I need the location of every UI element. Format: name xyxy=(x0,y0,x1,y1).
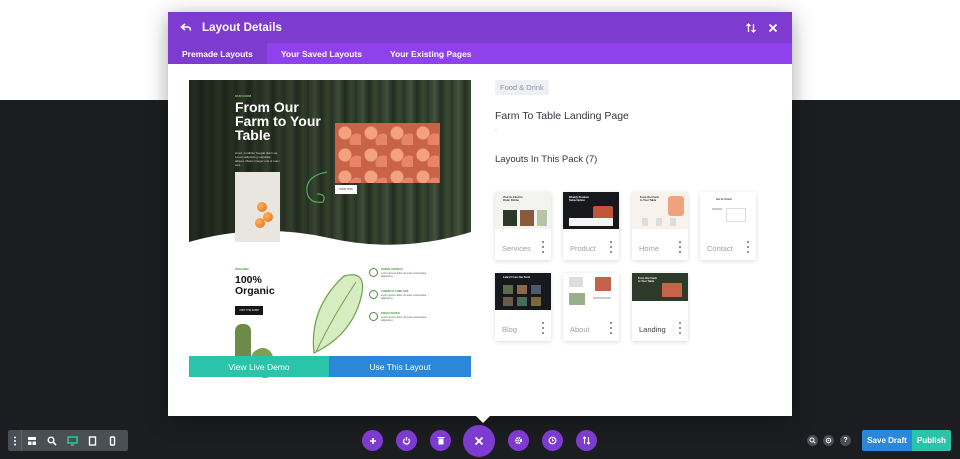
card-label: About xyxy=(570,325,590,334)
preview-hero-button: SHOP NOW xyxy=(335,185,357,194)
pack-layout-card-about[interactable]: About xyxy=(563,273,619,341)
preview-hero-title: From Our Farm to Your Table xyxy=(235,99,321,143)
pack-layouts-grid: Visit Us Find Us Order Online Services W… xyxy=(495,192,765,342)
view-live-demo-button[interactable]: View Live Demo xyxy=(189,356,329,377)
layout-thumbnail: From Our Farm to Your Table xyxy=(632,192,688,229)
preview-wave-divider xyxy=(189,230,471,260)
card-label: Contact xyxy=(707,244,733,253)
card-label: Home xyxy=(639,244,660,253)
preview-lower-button: VISIT THE FARM xyxy=(235,306,263,315)
tab-your-saved-layouts[interactable]: Your Saved Layouts xyxy=(267,43,376,64)
more-options-icon[interactable] xyxy=(746,241,750,253)
close-icon[interactable] xyxy=(764,19,782,37)
preview-hero-kicker: OUR FARM xyxy=(235,94,251,98)
more-options-icon[interactable] xyxy=(541,241,545,253)
power-icon[interactable] xyxy=(396,430,417,451)
help-icon[interactable]: ? xyxy=(840,435,851,446)
search-icon[interactable] xyxy=(807,435,818,446)
card-label: Product xyxy=(570,244,596,253)
layout-thumbnail: Weekly Produce Subscription xyxy=(563,192,619,229)
layout-thumbnail: Get In Touch xyxy=(700,192,756,229)
tab-premade-layouts[interactable]: Premade Layouts xyxy=(168,43,267,64)
pack-layout-card-home[interactable]: From Our Farm to Your Table Home xyxy=(632,192,688,260)
layout-name: Farm To Table Landing Page xyxy=(495,110,629,122)
back-icon[interactable] xyxy=(178,20,194,36)
pack-layout-card-product[interactable]: Weekly Produce Subscription Product xyxy=(563,192,619,260)
publish-button[interactable]: Publish xyxy=(912,430,951,451)
modal-title: Layout Details xyxy=(202,21,283,34)
preview-lower-title: 100% Organic xyxy=(235,274,275,297)
preview-leaf-illustration xyxy=(312,274,364,354)
card-label: Landing xyxy=(639,325,666,334)
layout-thumbnail: Visit Us Find Us Order Online xyxy=(495,192,551,229)
layers-icon[interactable] xyxy=(823,435,834,446)
pack-layout-card-services[interactable]: Visit Us Find Us Order Online Services xyxy=(495,192,551,260)
layout-thumbnail xyxy=(563,273,619,310)
close-modal-button[interactable] xyxy=(463,425,495,457)
close-icon xyxy=(474,436,484,446)
save-draft-button[interactable]: Save Draft xyxy=(862,430,912,451)
layout-thumbnail: Latest From Our Farm xyxy=(495,273,551,310)
category-tag[interactable]: Food & Drink xyxy=(495,80,549,95)
add-icon[interactable] xyxy=(362,430,383,451)
sort-icon[interactable] xyxy=(742,19,760,37)
portability-icon[interactable] xyxy=(576,430,597,451)
use-this-layout-button[interactable]: Use This Layout xyxy=(329,356,471,377)
history-icon[interactable] xyxy=(542,430,563,451)
more-options-icon[interactable] xyxy=(678,241,682,253)
more-options-icon[interactable] xyxy=(609,241,613,253)
pack-layout-card-blog[interactable]: Latest From Our Farm Blog xyxy=(495,273,551,341)
layout-thumbnail: From Our Farm to Your Table xyxy=(632,273,688,310)
pack-layout-card-contact[interactable]: Get In Touch Contact xyxy=(700,192,756,260)
more-options-icon[interactable] xyxy=(678,322,682,334)
more-options-icon[interactable] xyxy=(609,322,613,334)
trash-icon[interactable] xyxy=(430,430,451,451)
preview-peach-image xyxy=(235,172,280,242)
more-options-icon[interactable] xyxy=(541,322,545,334)
settings-icon[interactable] xyxy=(508,430,529,451)
preview-lower-kicker: ORGANIC xyxy=(235,267,250,271)
layout-preview-image: OUR FARM From Our Farm to Your Table Ame… xyxy=(189,80,471,378)
layout-description: . xyxy=(495,126,497,133)
modal-header: Layout Details xyxy=(168,12,792,43)
card-label: Blog xyxy=(502,325,518,334)
modal-tabs: Premade Layouts Your Saved Layouts Your … xyxy=(168,43,792,64)
tab-your-existing-pages[interactable]: Your Existing Pages xyxy=(376,43,486,64)
pack-layout-card-landing[interactable]: From Our Farm to Your Table Landing xyxy=(632,273,688,341)
pack-title: Layouts In This Pack (7) xyxy=(495,154,598,165)
preview-peaches-photo xyxy=(335,123,440,183)
preview-hero-body: Amet, curabitur feugiat diam vel. Lorem … xyxy=(235,151,280,167)
card-label: Services xyxy=(502,244,531,253)
preview-curl-decoration xyxy=(306,171,328,203)
layout-details-modal: Layout Details Premade Layouts Your Save… xyxy=(168,12,792,416)
modal-pointer xyxy=(476,416,490,423)
